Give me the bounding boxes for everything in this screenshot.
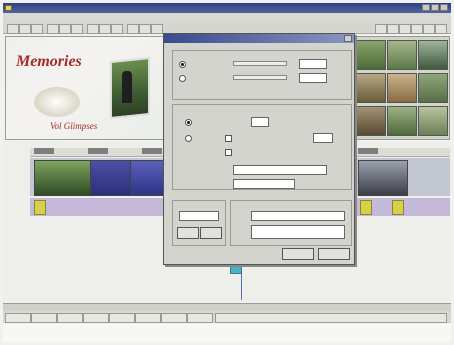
library-thumbnail[interactable] [387,40,417,70]
value-field[interactable] [299,73,327,83]
status-cell [57,313,83,323]
dialog-titlebar [164,34,354,43]
video-clip[interactable] [358,160,408,196]
option-radio[interactable] [185,119,192,126]
toolbar-button[interactable] [99,24,111,34]
close-button[interactable] [440,4,448,11]
dialog-button[interactable] [177,227,199,239]
text-area[interactable] [251,225,345,239]
preview-title: Memories [16,53,82,70]
value-field[interactable] [299,59,327,69]
option-radio[interactable] [179,75,186,82]
media-library [352,36,450,140]
library-thumbnail[interactable] [418,40,448,70]
status-cell [161,313,187,323]
dialog-button[interactable] [200,227,222,239]
status-cell [187,313,213,323]
toolbar-button[interactable] [435,24,447,34]
video-clip[interactable] [34,160,92,196]
status-cell [31,313,57,323]
transition-marker[interactable] [34,200,46,215]
library-thumbnail[interactable] [387,106,417,136]
status-cell [5,313,31,323]
person-image [122,71,132,103]
toolbar-button[interactable] [399,24,411,34]
toolbar-button[interactable] [375,24,387,34]
toolbar-button[interactable] [59,24,71,34]
toolbar-button[interactable] [111,24,123,34]
library-thumbnail[interactable] [356,40,386,70]
transition-marker[interactable] [392,200,404,215]
ruler-mark [142,148,162,154]
library-thumbnail[interactable] [418,106,448,136]
library-thumbnail[interactable] [356,73,386,103]
app-icon [5,5,12,11]
value-field[interactable] [233,165,327,175]
settings-group [230,200,352,246]
value-field[interactable] [251,117,269,127]
ruler-mark [34,148,54,154]
toolbar-button[interactable] [19,24,31,34]
ok-button[interactable] [282,248,314,260]
settings-group [172,50,352,100]
ruler-mark [358,148,378,154]
window-titlebar [3,3,451,13]
dropdown-field[interactable] [179,211,219,221]
toolbar-button[interactable] [387,24,399,34]
status-message [215,313,447,323]
flower-image [34,87,80,117]
value-slider[interactable] [233,75,287,80]
option-radio[interactable] [179,61,186,68]
toolbar-button[interactable] [411,24,423,34]
toolbar-button[interactable] [7,24,19,34]
cancel-button[interactable] [318,248,350,260]
transition-marker[interactable] [360,200,372,215]
toolbar-button[interactable] [31,24,43,34]
toolbar-button[interactable] [151,24,163,34]
option-checkbox[interactable] [225,149,232,156]
toolbar-button[interactable] [139,24,151,34]
settings-group [172,104,352,190]
toolbar-button[interactable] [127,24,139,34]
option-checkbox[interactable] [225,135,232,142]
taskbar [3,324,451,342]
value-field[interactable] [251,211,345,221]
value-field[interactable] [233,179,295,189]
timeline-scrollbar[interactable] [3,303,451,311]
menu-bar [3,13,451,22]
video-clip[interactable] [90,160,132,196]
library-thumbnail[interactable] [356,106,386,136]
status-cell [83,313,109,323]
preview-window[interactable]: Memories Vol Glimpses [5,36,165,140]
toolbar-button[interactable] [71,24,83,34]
toolbar-button[interactable] [423,24,435,34]
status-bar [3,311,451,323]
dialog-close-button[interactable] [344,35,352,42]
library-thumbnail[interactable] [418,73,448,103]
toolbar-button[interactable] [87,24,99,34]
ruler-mark [88,148,108,154]
settings-dialog [163,33,355,265]
library-thumbnail[interactable] [387,73,417,103]
preview-subtitle: Vol Glimpses [50,121,98,131]
minimize-button[interactable] [422,4,430,11]
value-slider[interactable] [233,61,287,66]
option-radio[interactable] [185,135,192,142]
status-cell [109,313,135,323]
maximize-button[interactable] [431,4,439,11]
toolbar-button[interactable] [47,24,59,34]
value-field[interactable] [313,133,333,143]
status-cell [135,313,161,323]
settings-group [172,200,226,246]
